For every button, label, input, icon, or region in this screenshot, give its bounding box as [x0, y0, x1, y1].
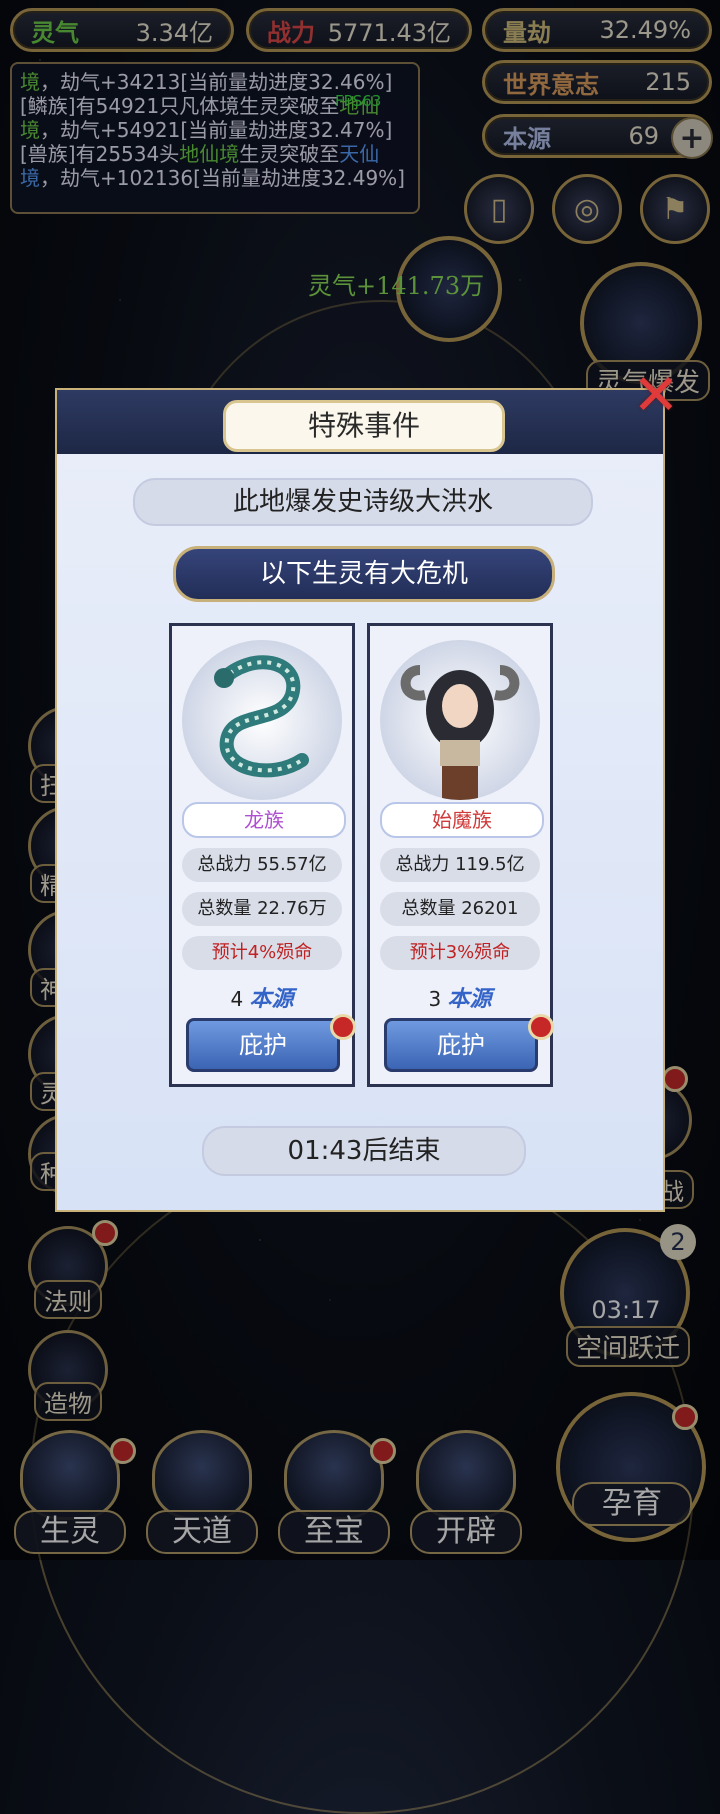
death-estimate: 预计4%殒命 [182, 936, 342, 970]
race-card-dragon: 龙族 总战力 55.57亿 总数量 22.76万 预计4%殒命 4 本源 庇护 [169, 623, 356, 1087]
protect-button[interactable]: 庇护 [384, 1018, 538, 1072]
death-estimate: 预计3%殒命 [380, 936, 540, 970]
race-name: 始魔族 [380, 802, 544, 838]
protect-button[interactable]: 庇护 [186, 1018, 340, 1072]
event-description: 此地爆发史诗级大洪水 [133, 478, 593, 526]
total-count: 总数量 22.76万 [182, 892, 342, 926]
danger-banner: 以下生灵有大危机 [173, 546, 555, 602]
dialog-title: 特殊事件 [223, 400, 505, 452]
notification-dot [528, 1014, 554, 1040]
total-power: 总战力 55.57亿 [182, 848, 342, 882]
event-timer: 01:43后结束 [202, 1126, 526, 1176]
notification-dot [330, 1014, 356, 1040]
race-card-demon: 始魔族 总战力 119.5亿 总数量 26201 预计3%殒命 3 本源 庇护 [367, 623, 554, 1087]
dragon-portrait-icon [182, 640, 342, 800]
close-icon[interactable]: ✕ [626, 366, 686, 426]
protect-cost: 3 本源 [428, 986, 492, 1012]
total-count: 总数量 26201 [380, 892, 540, 926]
protect-cost: 4 本源 [230, 986, 294, 1012]
race-name: 龙族 [182, 802, 346, 838]
demon-girl-portrait-icon [380, 640, 540, 800]
total-power: 总战力 119.5亿 [380, 848, 540, 882]
special-event-dialog: 特殊事件 此地爆发史诗级大洪水 以下生灵有大危机 龙族 总战力 55.57亿 总… [55, 388, 665, 1212]
